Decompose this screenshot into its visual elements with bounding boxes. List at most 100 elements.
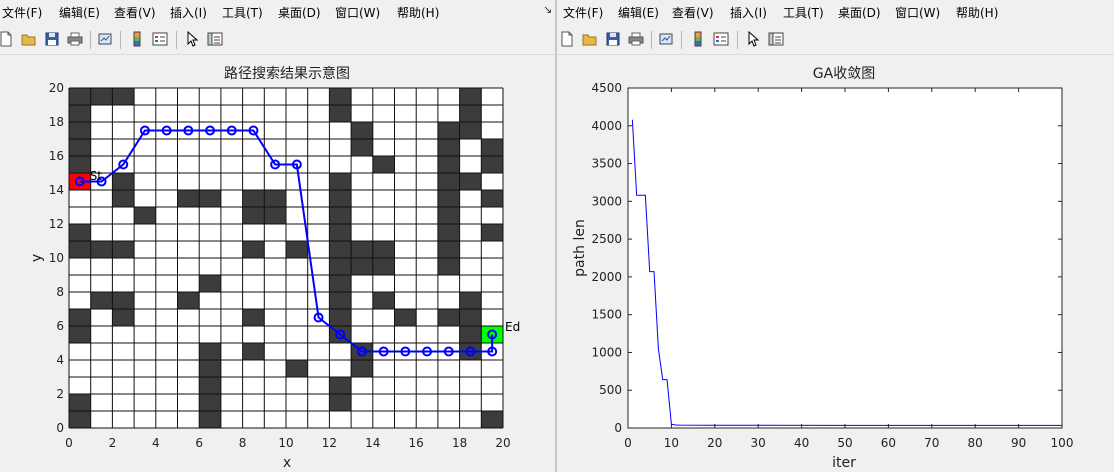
menu-tools[interactable]: 工具(T) — [222, 4, 263, 21]
obstacle-cell — [90, 88, 113, 105]
save-icon[interactable] — [42, 29, 62, 49]
menu-edit[interactable]: 编辑(E) — [59, 4, 100, 21]
obstacle-cell — [329, 292, 352, 309]
x-tick-label: 20 — [495, 436, 510, 450]
menu-view[interactable]: 查看(V) — [672, 4, 714, 21]
figure-window-convergence: 文件(F) 编辑(E) 查看(V) 插入(I) 工具(T) 桌面(D) 窗口(W… — [557, 0, 1114, 472]
obstacle-cell — [264, 190, 286, 207]
obstacle-cell — [242, 343, 265, 360]
x-tick-label: 18 — [452, 436, 467, 450]
obstacle-cell — [329, 88, 352, 105]
x-tick-label: 6 — [195, 436, 203, 450]
chart-title: 路径搜索结果示意图 — [224, 65, 350, 82]
y-tick-label: 16 — [49, 149, 64, 163]
menu-desktop[interactable]: 桌面(D) — [838, 4, 881, 21]
obstacle-cell — [351, 360, 373, 377]
property-editor-icon[interactable] — [766, 29, 786, 49]
property-editor-icon[interactable] — [205, 29, 225, 49]
save-icon[interactable] — [603, 29, 623, 49]
link-plot-icon[interactable] — [656, 29, 676, 49]
y-tick-label: 1500 — [591, 308, 622, 322]
toolbar-separator — [737, 31, 738, 49]
toolbar-separator — [681, 31, 682, 49]
x-tick-label: 16 — [409, 436, 424, 450]
obstacle-cell — [329, 275, 352, 292]
obstacle-cell — [112, 292, 135, 309]
new-figure-icon[interactable] — [557, 29, 577, 49]
obstacle-cell — [199, 394, 221, 411]
obstacle-cell — [112, 88, 135, 105]
plot-area: 0 2 4 6 8 10 12 14 16 18 20 0 2 4 6 8 10 12 14 16 18 20 St Ed — [49, 81, 520, 450]
obstacle-cell — [351, 258, 373, 275]
obstacle-cell — [437, 309, 460, 326]
obstacle-cell — [437, 156, 460, 173]
print-icon[interactable] — [65, 29, 85, 49]
menu-tools[interactable]: 工具(T) — [783, 4, 824, 21]
menu-insert[interactable]: 插入(I) — [170, 4, 207, 21]
menu-help[interactable]: 帮助(H) — [397, 4, 439, 21]
legend-icon[interactable] — [150, 29, 170, 49]
obstacle-cell — [242, 241, 265, 258]
menu-window[interactable]: 窗口(W) — [895, 4, 940, 21]
obstacle-cell — [69, 122, 91, 139]
obstacle-cell — [351, 139, 373, 156]
obstacle-cell — [69, 394, 91, 411]
obstacle-cell — [112, 241, 135, 258]
obstacle-cell — [329, 105, 352, 122]
menu-edit[interactable]: 编辑(E) — [618, 4, 659, 21]
obstacle-cell — [69, 139, 91, 156]
link-plot-icon[interactable] — [95, 29, 115, 49]
x-axis-label: iter — [832, 455, 856, 471]
colorbar-icon[interactable] — [688, 29, 708, 49]
obstacle-cell — [69, 309, 91, 326]
menu-insert[interactable]: 插入(I) — [730, 4, 767, 21]
x-tick-label: 0 — [624, 436, 632, 450]
menu-help[interactable]: 帮助(H) — [956, 4, 998, 21]
y-tick-label: 1000 — [591, 345, 622, 359]
pointer-icon[interactable] — [182, 29, 202, 49]
menu-view[interactable]: 查看(V) — [114, 4, 156, 21]
end-label: Ed — [505, 320, 520, 334]
x-tick-label: 8 — [239, 436, 247, 450]
x-tick-label: 30 — [751, 436, 766, 450]
menu-desktop[interactable]: 桌面(D) — [278, 4, 321, 21]
x-tick-label: 60 — [881, 436, 896, 450]
y-tick-label: 500 — [599, 383, 622, 397]
y-tick-label: 3500 — [591, 157, 622, 171]
obstacle-cell — [199, 411, 221, 428]
y-tick-label: 8 — [56, 285, 64, 299]
x-tick-label: 20 — [707, 436, 722, 450]
figure-toolbar — [557, 26, 1114, 55]
x-tick-label: 70 — [924, 436, 939, 450]
obstacle-cell — [286, 360, 308, 377]
obstacle-cell — [90, 241, 113, 258]
y-tick-label: 2500 — [591, 232, 622, 246]
obstacle-cell — [264, 207, 286, 224]
toolbar-separator — [90, 31, 91, 49]
menu-file[interactable]: 文件(F) — [563, 4, 603, 21]
open-file-icon[interactable] — [580, 29, 600, 49]
colorbar-icon[interactable] — [127, 29, 147, 49]
print-icon[interactable] — [626, 29, 646, 49]
obstacle-cell — [394, 309, 417, 326]
obstacle-cell — [199, 343, 221, 360]
obstacle-cell — [286, 241, 308, 258]
obstacle-cell — [329, 173, 352, 190]
obstacle-cell — [242, 207, 265, 224]
new-figure-icon[interactable] — [0, 29, 16, 49]
obstacle-cell — [329, 258, 352, 275]
dock-arrow-icon[interactable]: ↘ — [543, 3, 552, 16]
menu-window[interactable]: 窗口(W) — [335, 4, 380, 21]
x-tick-label: 90 — [1011, 436, 1026, 450]
obstacle-cell — [459, 122, 482, 139]
obstacle-cell — [437, 173, 460, 190]
obstacle-cell — [69, 156, 91, 173]
obstacle-cell — [329, 241, 352, 258]
open-file-icon[interactable] — [19, 29, 39, 49]
obstacle-cell — [459, 173, 482, 190]
obstacle-cell — [329, 394, 352, 411]
menu-file[interactable]: 文件(F) — [2, 4, 42, 21]
legend-icon[interactable] — [711, 29, 731, 49]
pointer-icon[interactable] — [743, 29, 763, 49]
obstacle-cell — [481, 139, 503, 156]
